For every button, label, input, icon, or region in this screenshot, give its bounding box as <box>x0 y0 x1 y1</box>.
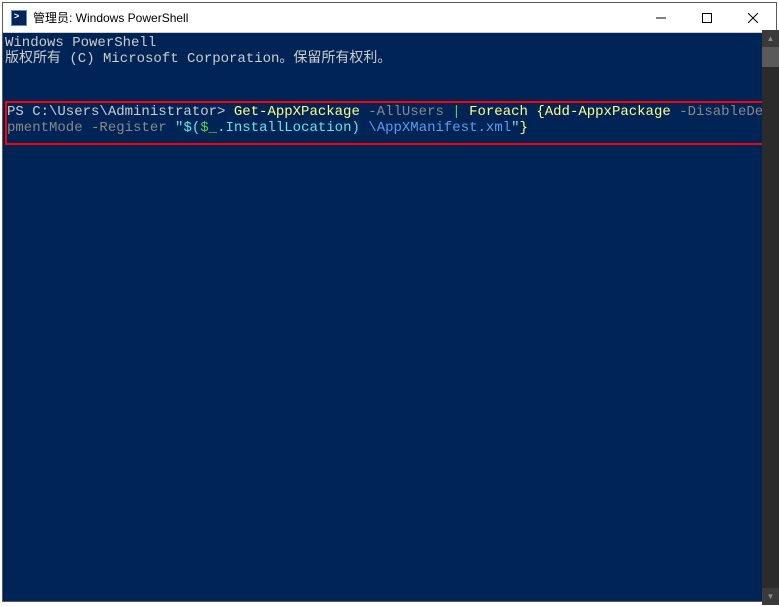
blank-line <box>3 67 776 83</box>
powershell-icon <box>11 10 27 26</box>
pipeline-var: $_ <box>200 120 217 136</box>
powershell-window: 管理员: Windows PowerShell Windows PowerShe… <box>2 2 777 602</box>
close-button[interactable] <box>730 3 776 32</box>
blank-line-2 <box>3 83 776 99</box>
header-line-2: 版权所有 (C) Microsoft Corporation。保留所有权利。 <box>3 51 776 67</box>
vertical-scrollbar[interactable]: ▲ ▼ <box>762 30 779 605</box>
command-line-2: pmentMode -Register " $($_.InstallLocatio… <box>5 120 774 136</box>
install-location: .InstallLocation) <box>217 120 360 136</box>
header-line-1: Windows PowerShell <box>3 35 776 51</box>
param-allusers: -AllUsers <box>360 104 452 120</box>
scroll-up-button[interactable]: ▲ <box>762 30 779 47</box>
prompt: PS C:\Users\Administrator> <box>7 104 234 120</box>
cmdlet-1: Get-AppXPackage <box>234 104 360 120</box>
window-title: 管理员: Windows PowerShell <box>33 9 638 26</box>
scroll-down-button[interactable]: ▼ <box>762 588 779 605</box>
window-controls <box>638 3 776 32</box>
maximize-button[interactable] <box>684 3 730 32</box>
terminal-area[interactable]: Windows PowerShell 版权所有 (C) Microsoft Co… <box>3 33 776 601</box>
scrollbar-thumb[interactable] <box>762 47 779 67</box>
param-register: -Register <box>91 120 175 136</box>
titlebar[interactable]: 管理员: Windows PowerShell <box>3 3 776 33</box>
param-disable: -DisableDevelo <box>671 104 776 120</box>
quote-close: " <box>511 120 519 136</box>
command-block: PS C:\Users\Administrator> Get-AppXPacka… <box>5 104 774 136</box>
brace-open: { <box>536 104 544 120</box>
foreach-keyword: Foreach <box>461 104 537 120</box>
manifest-path: \AppXManifest.xml <box>360 120 511 136</box>
brace-close: } <box>520 120 528 136</box>
subexpr-open: $( <box>183 120 200 136</box>
command-line-1: PS C:\Users\Administrator> Get-AppXPacka… <box>5 104 774 120</box>
minimize-button[interactable] <box>638 3 684 32</box>
param-mode: pmentMode <box>7 120 91 136</box>
pipe-char: | <box>452 104 460 120</box>
cmdlet-2: Add-AppxPackage <box>545 104 671 120</box>
